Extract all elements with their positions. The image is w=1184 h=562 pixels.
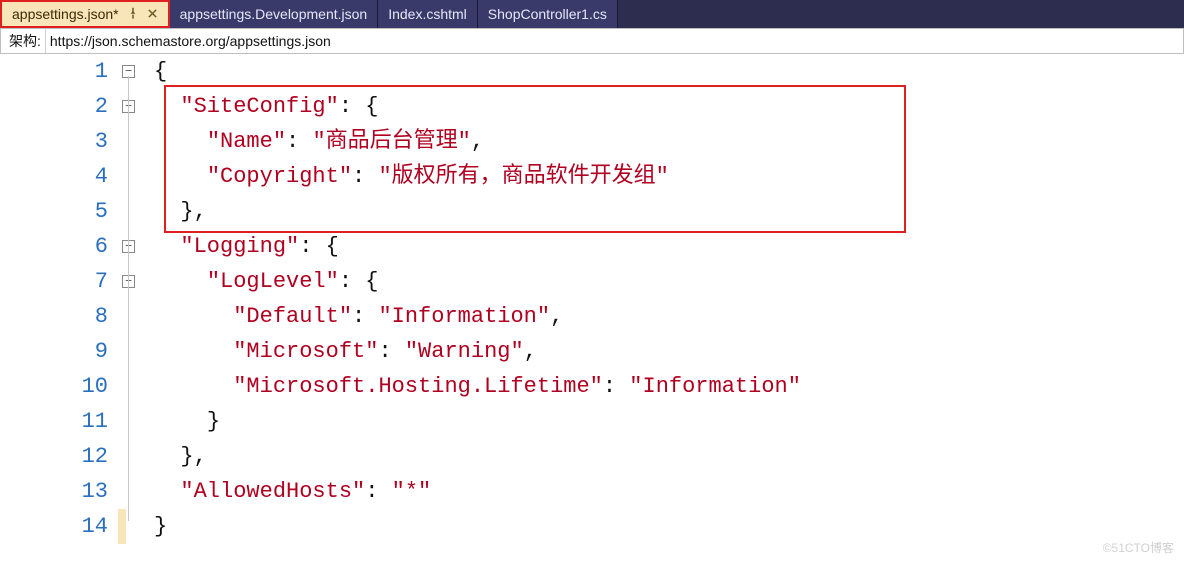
code-line[interactable]: "Name": "商品后台管理", — [154, 124, 1184, 159]
code-line[interactable]: "LogLevel": { — [154, 264, 1184, 299]
code-line[interactable]: "SiteConfig": { — [154, 89, 1184, 124]
json-brace: { — [365, 94, 378, 119]
json-key: "Microsoft.Hosting.Lifetime" — [233, 374, 603, 399]
json-punc: , — [471, 129, 484, 154]
json-string: "商品后台管理" — [312, 129, 470, 154]
json-punc: : — [352, 164, 378, 189]
tab-label: appsettings.Development.json — [180, 6, 368, 22]
tab-index-cshtml[interactable]: Index.cshtml — [378, 0, 478, 28]
json-punc: : — [365, 479, 391, 504]
json-key: "AllowedHosts" — [180, 479, 365, 504]
pin-icon[interactable] — [127, 6, 139, 22]
code-line[interactable]: }, — [154, 194, 1184, 229]
json-punc: , — [524, 339, 537, 364]
schema-url[interactable]: https://json.schemastore.org/appsettings… — [45, 29, 1183, 53]
caret-line-marker — [118, 509, 126, 544]
json-brace: } — [207, 409, 220, 434]
tab-label: Index.cshtml — [388, 6, 467, 22]
json-key: "Logging" — [180, 234, 299, 259]
json-punc: : — [352, 304, 378, 329]
tab-shopcontroller1-cs[interactable]: ShopController1.cs — [478, 0, 618, 28]
code-line[interactable]: "Default": "Information", — [154, 299, 1184, 334]
line-number: 5 — [0, 194, 108, 229]
watermark: ©51CTO博客 — [1103, 539, 1174, 556]
json-string: "Warning" — [405, 339, 524, 364]
json-string: "版权所有，商品软件开发组" — [378, 164, 668, 189]
line-number: 3 — [0, 124, 108, 159]
json-string: "Information" — [378, 304, 550, 329]
editor: 1234567891011121314 −−−− { "SiteConfig":… — [0, 54, 1184, 562]
json-brace: { — [326, 234, 339, 259]
code-line[interactable]: } — [154, 509, 1184, 544]
json-key: "SiteConfig" — [180, 94, 338, 119]
code-line[interactable]: } — [154, 404, 1184, 439]
json-key: "Default" — [233, 304, 352, 329]
json-punc: : — [378, 339, 404, 364]
line-number: 7 — [0, 264, 108, 299]
json-brace: } — [180, 444, 193, 469]
json-brace: { — [154, 59, 167, 84]
code-line[interactable]: }, — [154, 439, 1184, 474]
close-icon[interactable] — [147, 6, 158, 22]
json-punc: : — [339, 94, 365, 119]
line-number: 6 — [0, 229, 108, 264]
code-line[interactable]: "Logging": { — [154, 229, 1184, 264]
line-number: 14 — [0, 509, 108, 544]
code-area[interactable]: { "SiteConfig": { "Name": "商品后台管理", "Cop… — [154, 54, 1184, 562]
code-line[interactable]: { — [154, 54, 1184, 89]
json-punc: : — [603, 374, 629, 399]
line-number: 12 — [0, 439, 108, 474]
code-line[interactable]: "Copyright": "版权所有，商品软件开发组" — [154, 159, 1184, 194]
tab-appsettings-development-json[interactable]: appsettings.Development.json — [170, 0, 379, 28]
json-key: "Microsoft" — [233, 339, 378, 364]
line-number: 8 — [0, 299, 108, 334]
tab-label: ShopController1.cs — [488, 6, 607, 22]
json-brace: { — [365, 269, 378, 294]
json-punc: , — [550, 304, 563, 329]
json-punc: : — [299, 234, 325, 259]
line-number: 9 — [0, 334, 108, 369]
schema-bar: 架构: https://json.schemastore.org/appsett… — [0, 28, 1184, 54]
json-string: "*" — [392, 479, 432, 504]
code-line[interactable]: "Microsoft": "Warning", — [154, 334, 1184, 369]
line-number: 1 — [0, 54, 108, 89]
line-number: 11 — [0, 404, 108, 439]
line-number-gutter: 1234567891011121314 — [0, 54, 118, 562]
json-punc: , — [194, 199, 207, 224]
code-line[interactable]: "AllowedHosts": "*" — [154, 474, 1184, 509]
code-line[interactable]: "Microsoft.Hosting.Lifetime": "Informati… — [154, 369, 1184, 404]
json-brace: } — [180, 199, 193, 224]
json-punc: , — [194, 444, 207, 469]
fold-gutter: −−−− — [118, 54, 154, 562]
json-key: "Copyright" — [207, 164, 352, 189]
json-punc: : — [286, 129, 312, 154]
line-number: 2 — [0, 89, 108, 124]
line-number: 4 — [0, 159, 108, 194]
tab-bar: appsettings.json* appsettings.Developmen… — [0, 0, 1184, 28]
json-brace: } — [154, 514, 167, 539]
json-key: "Name" — [207, 129, 286, 154]
json-string: "Information" — [629, 374, 801, 399]
json-punc: : — [339, 269, 365, 294]
tab-appsettings-json[interactable]: appsettings.json* — [0, 0, 170, 28]
json-key: "LogLevel" — [207, 269, 339, 294]
schema-label: 架构: — [1, 31, 45, 51]
line-number: 13 — [0, 474, 108, 509]
line-number: 10 — [0, 369, 108, 404]
tab-label: appsettings.json* — [12, 6, 119, 22]
